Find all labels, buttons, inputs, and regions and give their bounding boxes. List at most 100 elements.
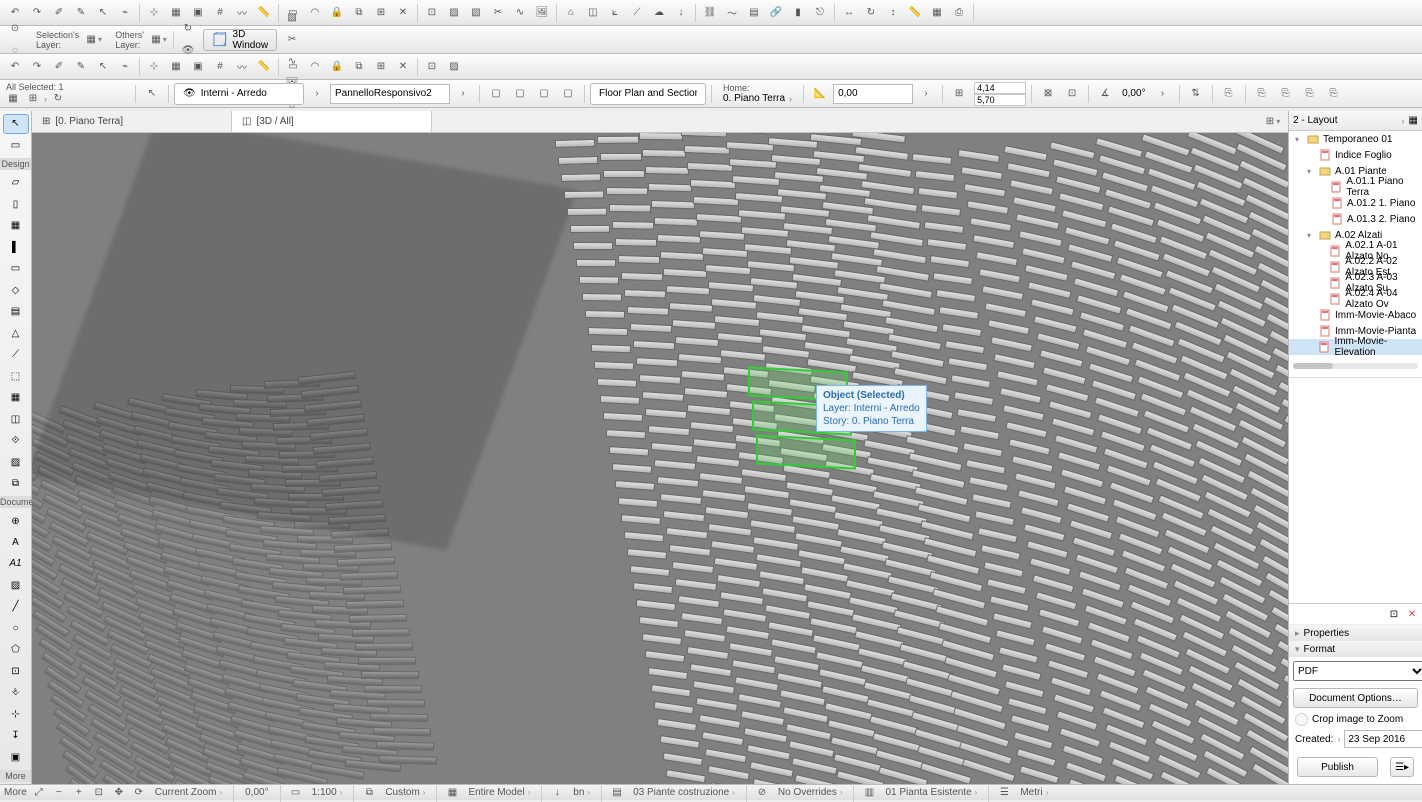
pan[interactable]: ✥ (111, 786, 127, 800)
ruler-icon[interactable]: 📏 (253, 2, 275, 24)
curve-b-icon[interactable]: ⟋ (626, 2, 648, 24)
curtain-tool[interactable]: ▦ (3, 388, 29, 407)
link-out-c[interactable]: ⎘ (1275, 83, 1297, 105)
copy-icon[interactable]: ▧ (281, 7, 303, 29)
3d-viewport[interactable]: Object (Selected) Layer: Interni - Arred… (32, 133, 1288, 784)
ie-tool[interactable]: ↧ (3, 726, 29, 745)
unlock-dim[interactable]: ⊡ (1061, 83, 1083, 105)
pencil-edit-icon[interactable]: ✎ (70, 2, 92, 24)
nav-item[interactable]: Imm-Movie-Elevation (1289, 339, 1422, 355)
properties-header[interactable]: ▸Properties (1289, 625, 1422, 641)
plante-dropdown[interactable]: 03 Piante costruzione› (629, 787, 739, 798)
wave-b-icon[interactable]: 〜 (721, 2, 743, 24)
ruler-v-icon[interactable]: 📏 (904, 2, 926, 24)
text-tool[interactable]: A (3, 533, 29, 552)
sel-tool-b[interactable]: ⊞ (24, 92, 42, 106)
orbit-sb[interactable]: ⟳ (131, 786, 147, 800)
rotate-cw-icon[interactable]: ↻ (860, 2, 882, 24)
sb-ico-a[interactable]: ▭ (288, 786, 304, 800)
layer-chev[interactable]: › (306, 83, 328, 105)
env-icon[interactable]: ☁ (648, 2, 670, 24)
dim-a[interactable] (974, 82, 1026, 94)
profile-icon[interactable]: ⎙ (948, 2, 970, 24)
created-date[interactable] (1344, 730, 1422, 748)
sb-ico-h[interactable]: ☰ (996, 786, 1012, 800)
nav-chev[interactable]: › (1402, 116, 1405, 126)
home-icon[interactable]: ⌂ (560, 2, 582, 24)
units-dropdown[interactable]: Metri› (1016, 787, 1052, 798)
table-b-icon[interactable]: ▤ (743, 2, 765, 24)
section-a[interactable]: ▢ (485, 83, 507, 105)
arrow-tool[interactable]: ↖ (3, 114, 29, 134)
model-dropdown[interactable]: Entire Model› (464, 787, 534, 798)
angle-chev[interactable]: › (1152, 83, 1174, 105)
lock-dim[interactable]: ⊠ (1037, 83, 1059, 105)
pattern-b-icon[interactable]: ↷ (26, 56, 48, 78)
zone-tool[interactable]: ▨ (3, 452, 29, 471)
grid-mini-icon[interactable]: ▨ (443, 56, 465, 78)
3d-window-button[interactable]: 3D Window (203, 29, 277, 51)
link-out-d[interactable]: ⎘ (1299, 83, 1321, 105)
document-options-button[interactable]: Document Options… (1293, 688, 1418, 708)
nav-item[interactable]: A.02.4 A-04 Alzato Ov (1289, 291, 1422, 307)
share-icon[interactable]: ⎋ (809, 2, 831, 24)
zoom-in[interactable]: + (71, 786, 87, 800)
circle-tool[interactable]: ○ (3, 619, 29, 638)
obj-chev[interactable]: › (452, 83, 474, 105)
table-icon[interactable]: ⊞ (370, 2, 392, 24)
rect-hollow-icon[interactable]: 〰 (231, 56, 253, 78)
coord-chev[interactable]: › (915, 83, 937, 105)
slice-icon[interactable]: 🔒 (326, 56, 348, 78)
panel-close-icon[interactable]: ✕ (1405, 607, 1419, 621)
fill-tool[interactable]: ▨ (3, 576, 29, 595)
pattern-f-icon[interactable]: ⌁ (114, 56, 136, 78)
home-mini-icon[interactable]: ✕ (392, 56, 414, 78)
roof-tool[interactable]: △ (3, 323, 29, 342)
wave-icon[interactable]: 〰 (231, 2, 253, 24)
diamond-icon[interactable]: ▦ (165, 56, 187, 78)
arc-seg-icon[interactable]: ◠ (304, 2, 326, 24)
cut-icon[interactable]: ✂ (487, 2, 509, 24)
scale-dropdown[interactable]: 1:100› (308, 787, 347, 798)
axis-icon[interactable]: ⊹ (143, 2, 165, 24)
link-icon[interactable]: ▭ (282, 56, 304, 78)
wall-tool[interactable]: ▱ (3, 173, 29, 192)
drawing-tool[interactable]: ⊡ (3, 662, 29, 681)
nav-item[interactable]: A.01.3 2. Piano (1289, 211, 1422, 227)
circle-icon[interactable]: ▣ (187, 56, 209, 78)
sb-ico-d[interactable]: ↓ (549, 786, 565, 800)
worksheet-tool[interactable]: ▣ (3, 748, 29, 767)
sel-tool-a[interactable]: ▦ (4, 92, 22, 106)
arrow-down-icon[interactable]: ↓ (670, 2, 692, 24)
book-icon[interactable]: ⊡ (421, 56, 443, 78)
tab-plan[interactable]: ⊞ [0. Piano Terra] (32, 111, 232, 132)
pattern-c-icon[interactable]: ✐ (48, 56, 70, 78)
mask-b-icon[interactable]: ▧ (465, 2, 487, 24)
mode-3d-icon[interactable]: ⧉ (348, 2, 370, 24)
zoom-out-full[interactable]: ⤢ (31, 786, 47, 800)
line-draw-icon[interactable]: ⌁ (114, 2, 136, 24)
skylight-tool[interactable]: ⬚ (3, 366, 29, 385)
layer-dropdown[interactable]: 👁 Interni - Arredo (174, 83, 304, 105)
pattern-g-icon[interactable]: ⊹ (143, 56, 165, 78)
morph-tool[interactable]: ◫ (3, 409, 29, 428)
format-header[interactable]: ▾Format (1289, 641, 1422, 657)
esistente-dropdown[interactable]: 01 Pianta Esistente› (881, 787, 981, 798)
sb-ico-c[interactable]: ▦ (444, 786, 460, 800)
skew-icon[interactable]: ⧉ (348, 56, 370, 78)
sb-ico-f[interactable]: ⊘ (754, 786, 770, 800)
floorplan-dropdown[interactable]: Floor Plan and Section… (590, 83, 706, 105)
align-v-icon[interactable]: ↕ (882, 2, 904, 24)
redo-icon[interactable]: ↷ (26, 2, 48, 24)
selections-layer-dd[interactable]: ▦ (83, 29, 105, 51)
cursor-dots-icon[interactable]: ↖ (92, 2, 114, 24)
elev-icon[interactable]: 📐 (809, 83, 831, 105)
sb-ico-b[interactable]: ⧉ (361, 786, 377, 800)
cursor-lasso-icon[interactable]: ⊙ (4, 18, 26, 40)
dim-tool[interactable]: ⊕ (3, 511, 29, 530)
mask-a-icon[interactable]: ▨ (443, 2, 465, 24)
story-chev[interactable]: › (789, 94, 792, 104)
pattern-e-icon[interactable]: ↖ (92, 56, 114, 78)
dropper-icon[interactable]: ✐ (48, 2, 70, 24)
tab-overflow[interactable]: ⊞ (1262, 111, 1284, 133)
